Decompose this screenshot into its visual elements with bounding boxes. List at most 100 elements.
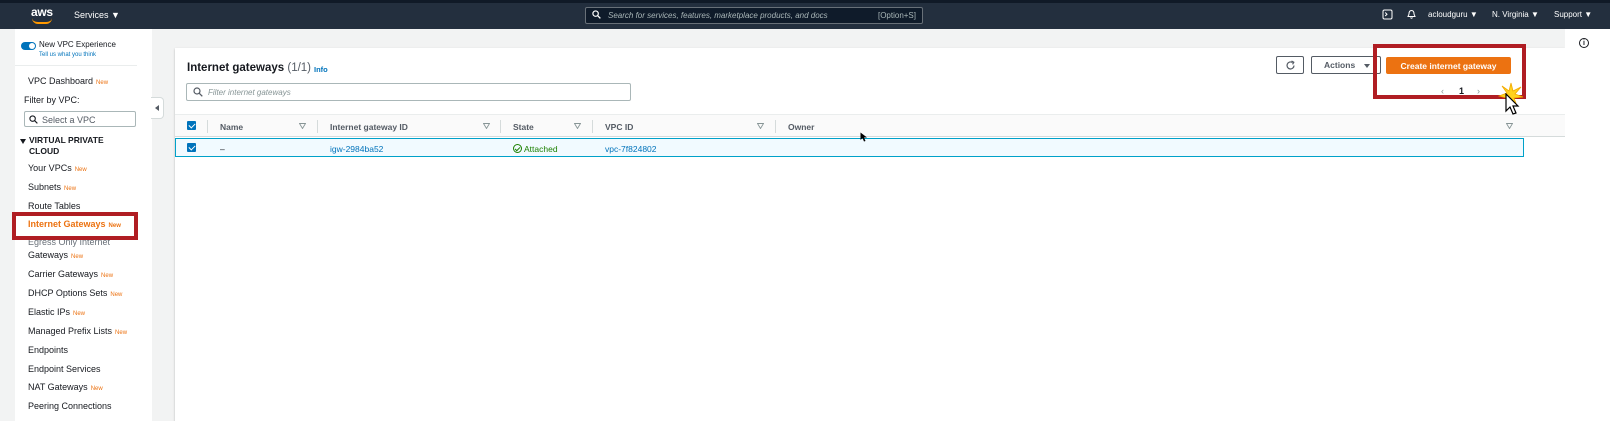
account-name: acloudguru (1428, 10, 1468, 19)
feedback-link[interactable]: Tell us what you think (39, 52, 96, 58)
refresh-icon (1286, 60, 1295, 70)
search-placeholder: Search for services, features, marketpla… (608, 11, 828, 20)
account-menu[interactable]: acloudguru ▼ (1428, 10, 1478, 19)
vpc-filter-select[interactable]: Select a VPC (24, 111, 136, 127)
new-badge: New (74, 167, 87, 173)
sidebar-item-endpoints[interactable]: Endpoints (28, 345, 68, 355)
cell-name: – (220, 144, 225, 154)
divider (15, 65, 137, 66)
column-divider (207, 120, 208, 133)
sidebar-item-egress-only-gateways-line2[interactable]: Gateways New (28, 250, 83, 260)
sidebar-item-route-tables[interactable]: Route Tables (28, 201, 80, 211)
cell-vpc-id-link[interactable]: vpc-7f824802 (605, 144, 657, 154)
search-icon (193, 87, 203, 97)
sidebar-item-label: Managed Prefix Lists (28, 326, 113, 336)
column-header-state[interactable]: State (513, 122, 534, 132)
sort-icon[interactable] (483, 123, 490, 129)
sidebar-item-peering-connections[interactable]: Peering Connections (28, 401, 112, 411)
section-title-vpc[interactable]: VIRTUAL PRIVATE CLOUD (29, 135, 129, 157)
services-menu[interactable]: Services ▼ (74, 10, 120, 20)
new-badge: New (115, 330, 128, 336)
column-divider (500, 120, 501, 133)
cell-gateway-id-link[interactable]: igw-2984ba52 (330, 144, 383, 154)
caret-down-icon: ▼ (1584, 10, 1593, 19)
caret-down-icon (20, 139, 26, 144)
support-label: Support (1554, 10, 1583, 19)
bell-icon[interactable] (1406, 9, 1417, 20)
sort-icon[interactable] (574, 123, 581, 129)
caret-down-icon: ▼ (1531, 10, 1539, 19)
sidebar-item-label: Endpoint Services (28, 364, 101, 374)
select-all-checkbox[interactable] (187, 121, 196, 130)
caret-down-icon: ▼ (1469, 10, 1478, 19)
sidebar-item-your-vpcs[interactable]: Your VPCs New (28, 163, 87, 173)
sort-icon[interactable] (757, 123, 764, 129)
aws-smile-icon (32, 18, 52, 24)
new-experience-toggle[interactable] (21, 42, 36, 50)
column-divider (317, 120, 318, 133)
column-header-vpc-id[interactable]: VPC ID (605, 122, 633, 132)
vpc-sidebar: New VPC Experience Tell us what you thin… (12, 29, 164, 421)
actions-label: Actions (1324, 60, 1356, 70)
state-text: Attached (524, 144, 558, 154)
caret-down-icon (1364, 64, 1370, 68)
table-row[interactable]: – igw-2984ba52 Attached vpc-7f824802 (175, 138, 1524, 157)
screen-frame: aws Services ▼ Search for services, feat… (0, 0, 1610, 421)
sidebar-item-managed-prefix-lists[interactable]: Managed Prefix Lists New (28, 326, 127, 336)
info-link[interactable]: Info (314, 65, 328, 74)
item-count: (1/1) (287, 62, 312, 74)
sidebar-item-nat-gateways[interactable]: NAT Gateways New (28, 382, 103, 392)
help-panel-strip: i (1565, 29, 1610, 421)
sidebar-item-label: Gateways (28, 250, 69, 260)
caret-down-icon: ▼ (111, 10, 120, 20)
internet-gateways-panel: Internet gateways (1/1) Info Actions Cre… (175, 48, 1565, 421)
sidebar-item-dhcp-options-sets[interactable]: DHCP Options Sets New (28, 288, 122, 298)
aws-console: aws Services ▼ Search for services, feat… (0, 3, 1610, 421)
sidebar-item-label: DHCP Options Sets (28, 288, 108, 298)
region-menu[interactable]: N. Virginia ▼ (1492, 10, 1539, 19)
aws-logo-text: aws (31, 5, 53, 19)
small-cursor-icon (860, 132, 867, 142)
mouse-cursor-icon (1505, 93, 1520, 115)
top-navigation-bar: aws Services ▼ Search for services, feat… (0, 3, 1610, 29)
column-header-name[interactable]: Name (220, 122, 243, 132)
filter-internet-gateways-input[interactable]: Filter internet gateways (186, 83, 631, 101)
new-badge: New (96, 80, 109, 86)
column-header-gateway-id[interactable]: Internet gateway ID (330, 122, 408, 132)
title-text: Internet gateways (187, 62, 285, 74)
search-shortcut: [Option+S] (877, 11, 916, 20)
sidebar-item-carrier-gateways[interactable]: Carrier Gateways New (28, 269, 113, 279)
new-badge: New (73, 311, 86, 317)
row-checkbox[interactable] (187, 143, 196, 152)
sidebar-item-elastic-ips[interactable]: Elastic IPs New (28, 307, 85, 317)
sidebar-item-label: Peering Connections (28, 401, 112, 411)
new-badge: New (71, 254, 84, 260)
global-search-input[interactable]: Search for services, features, marketpla… (585, 7, 923, 24)
services-label: Services (74, 10, 109, 20)
support-menu[interactable]: Support ▼ (1554, 10, 1592, 19)
actions-dropdown[interactable]: Actions (1311, 56, 1381, 74)
sidebar-item-vpc-dashboard[interactable]: VPC Dashboard New (28, 76, 108, 86)
new-experience-label: New VPC Experience (39, 40, 116, 49)
sidebar-item-label: Subnets (28, 182, 62, 192)
info-icon[interactable]: i (1579, 38, 1589, 48)
sort-icon[interactable] (299, 123, 306, 129)
sidebar-item-label: Carrier Gateways (28, 269, 99, 279)
cloudshell-icon[interactable] (1382, 9, 1393, 20)
collapse-sidebar-button[interactable] (151, 97, 164, 119)
new-badge: New (101, 273, 114, 279)
search-icon (29, 115, 38, 124)
page-title: Internet gateways (1/1) (187, 62, 311, 74)
highlight-box-internet-gateways (12, 212, 138, 240)
check-circle-icon (513, 144, 522, 153)
new-badge: New (64, 186, 77, 192)
sidebar-item-subnets[interactable]: Subnets New (28, 182, 76, 192)
sidebar-item-endpoint-services[interactable]: Endpoint Services (28, 364, 101, 374)
filter-placeholder: Filter internet gateways (208, 88, 291, 97)
column-header-owner[interactable]: Owner (788, 122, 814, 132)
refresh-button[interactable] (1276, 56, 1304, 74)
sort-icon[interactable] (1506, 123, 1513, 129)
sidebar-item-label: VPC Dashboard (28, 76, 94, 86)
aws-logo[interactable]: aws (31, 5, 55, 25)
new-badge: New (110, 292, 123, 298)
